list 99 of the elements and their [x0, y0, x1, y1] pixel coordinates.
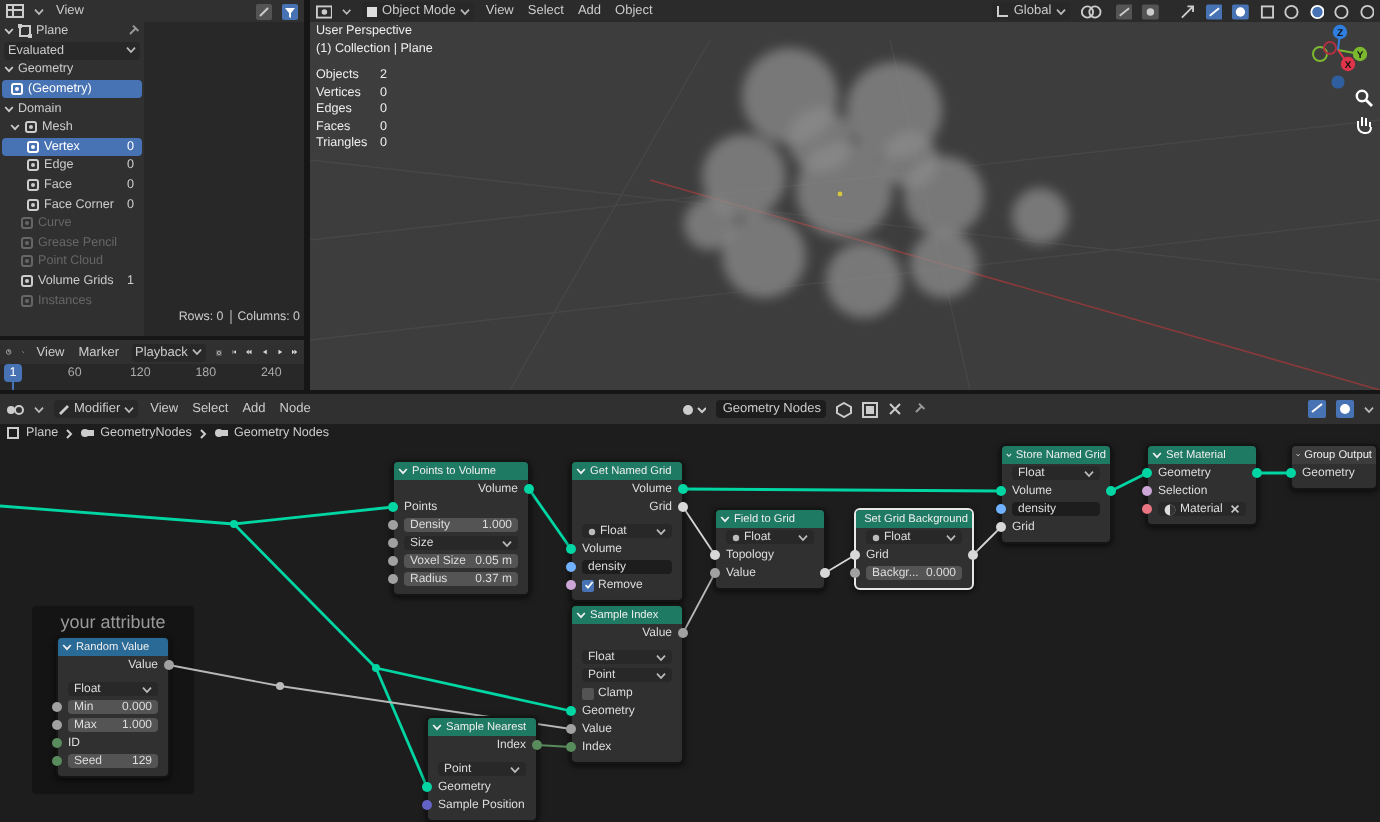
socket[interactable] — [388, 556, 398, 566]
domain-icon — [20, 274, 34, 289]
collapse-icon[interactable] — [432, 722, 442, 732]
spreadsheet-editor-icon[interactable] — [6, 4, 24, 18]
domain-icon — [26, 178, 40, 193]
socket[interactable] — [1252, 468, 1262, 478]
collapse-icon[interactable] — [576, 610, 586, 620]
axes-icon — [995, 4, 1010, 18]
checkbox[interactable] — [582, 579, 594, 591]
socket[interactable] — [164, 660, 174, 670]
clock-icon[interactable] — [6, 344, 12, 360]
checkbox[interactable] — [582, 687, 594, 699]
node-tree-icon — [213, 426, 228, 440]
xray-icon[interactable] — [1259, 3, 1275, 19]
socket[interactable] — [388, 538, 398, 548]
frame-label: your attribute — [58, 610, 168, 632]
socket[interactable] — [1142, 504, 1152, 514]
reroute-dot[interactable] — [230, 520, 238, 528]
zoom-icon[interactable] — [1354, 88, 1374, 108]
socket[interactable] — [524, 484, 534, 494]
breadcrumb-separator-icon — [64, 427, 75, 439]
socket[interactable] — [678, 484, 688, 494]
cube-icon — [366, 5, 379, 17]
socket[interactable] — [1106, 486, 1116, 496]
shield-icon[interactable] — [836, 401, 853, 417]
node-tree-icon — [80, 426, 95, 440]
socket[interactable] — [820, 568, 830, 578]
socket[interactable] — [566, 544, 576, 554]
reroute-dot[interactable] — [276, 682, 284, 690]
socket[interactable] — [1142, 468, 1152, 478]
pin-icon[interactable] — [126, 24, 140, 39]
collapse-icon[interactable] — [720, 514, 730, 524]
collapse-icon[interactable] — [1006, 450, 1012, 460]
viewport-editor-icon[interactable] — [316, 3, 333, 19]
pivot-icon[interactable] — [1079, 3, 1106, 19]
chevron-icon[interactable] — [10, 122, 20, 133]
chevron-icon[interactable] — [4, 103, 14, 114]
overlay-icon[interactable] — [1232, 3, 1250, 19]
material-sphere-icon — [1164, 503, 1176, 515]
chevron-icon[interactable] — [4, 26, 14, 37]
socket[interactable] — [52, 702, 62, 712]
domain-icon — [20, 235, 34, 250]
domain-icon — [20, 216, 34, 231]
domain-icon — [20, 293, 34, 308]
socket[interactable] — [388, 502, 398, 512]
socket[interactable] — [566, 562, 576, 572]
socket[interactable] — [996, 504, 1006, 514]
domain-icon — [10, 82, 24, 97]
node-link — [824, 554, 856, 574]
socket[interactable] — [566, 724, 576, 734]
funnel-icon[interactable] — [282, 3, 298, 19]
domain-icon — [20, 254, 34, 269]
socket[interactable] — [1286, 468, 1296, 478]
socket[interactable] — [996, 522, 1006, 532]
domain-icon — [26, 197, 40, 212]
socket[interactable] — [678, 628, 688, 638]
socket[interactable] — [850, 568, 860, 578]
pin-icon[interactable] — [912, 402, 927, 416]
clear-icon[interactable] — [1230, 504, 1241, 514]
domain-icon — [26, 139, 40, 154]
node-link — [682, 506, 716, 556]
collapse-icon[interactable] — [62, 642, 72, 652]
socket[interactable] — [388, 520, 398, 530]
wrench-icon — [58, 403, 70, 415]
object-icon — [18, 24, 32, 39]
socket[interactable] — [996, 486, 1006, 496]
node-link — [1110, 471, 1148, 493]
node-link — [972, 526, 1002, 556]
socket[interactable] — [566, 580, 576, 590]
socket[interactable] — [1142, 486, 1152, 496]
node-link — [527, 488, 573, 550]
close-icon[interactable] — [888, 402, 903, 416]
reroute-dot[interactable] — [372, 664, 380, 672]
proportional-edit-icon[interactable] — [1142, 3, 1160, 19]
socket[interactable] — [388, 574, 398, 584]
socket[interactable] — [52, 720, 62, 730]
collapse-icon[interactable] — [1152, 450, 1162, 460]
object-icon — [6, 426, 20, 440]
hand-icon[interactable] — [1354, 114, 1374, 134]
domain-icon — [24, 120, 38, 135]
collapse-icon[interactable] — [398, 466, 408, 476]
socket[interactable] — [968, 550, 978, 560]
socket[interactable] — [678, 502, 688, 512]
socket[interactable] — [710, 568, 720, 578]
socket[interactable] — [850, 550, 860, 560]
duplicate-icon[interactable] — [862, 401, 879, 417]
node-tree-icon[interactable] — [682, 401, 707, 417]
node-link — [682, 572, 716, 634]
node-editor-icon[interactable] — [6, 401, 24, 417]
chevron-icon[interactable] — [4, 64, 14, 75]
domain-icon — [26, 158, 40, 173]
socket[interactable] — [710, 550, 720, 560]
collapse-icon[interactable] — [576, 466, 586, 476]
breadcrumb-separator-icon — [197, 427, 208, 439]
node-link — [1257, 471, 1291, 475]
socket[interactable] — [422, 782, 432, 792]
origin-dot — [837, 191, 843, 197]
node-link — [536, 744, 572, 748]
socket[interactable] — [566, 706, 576, 716]
